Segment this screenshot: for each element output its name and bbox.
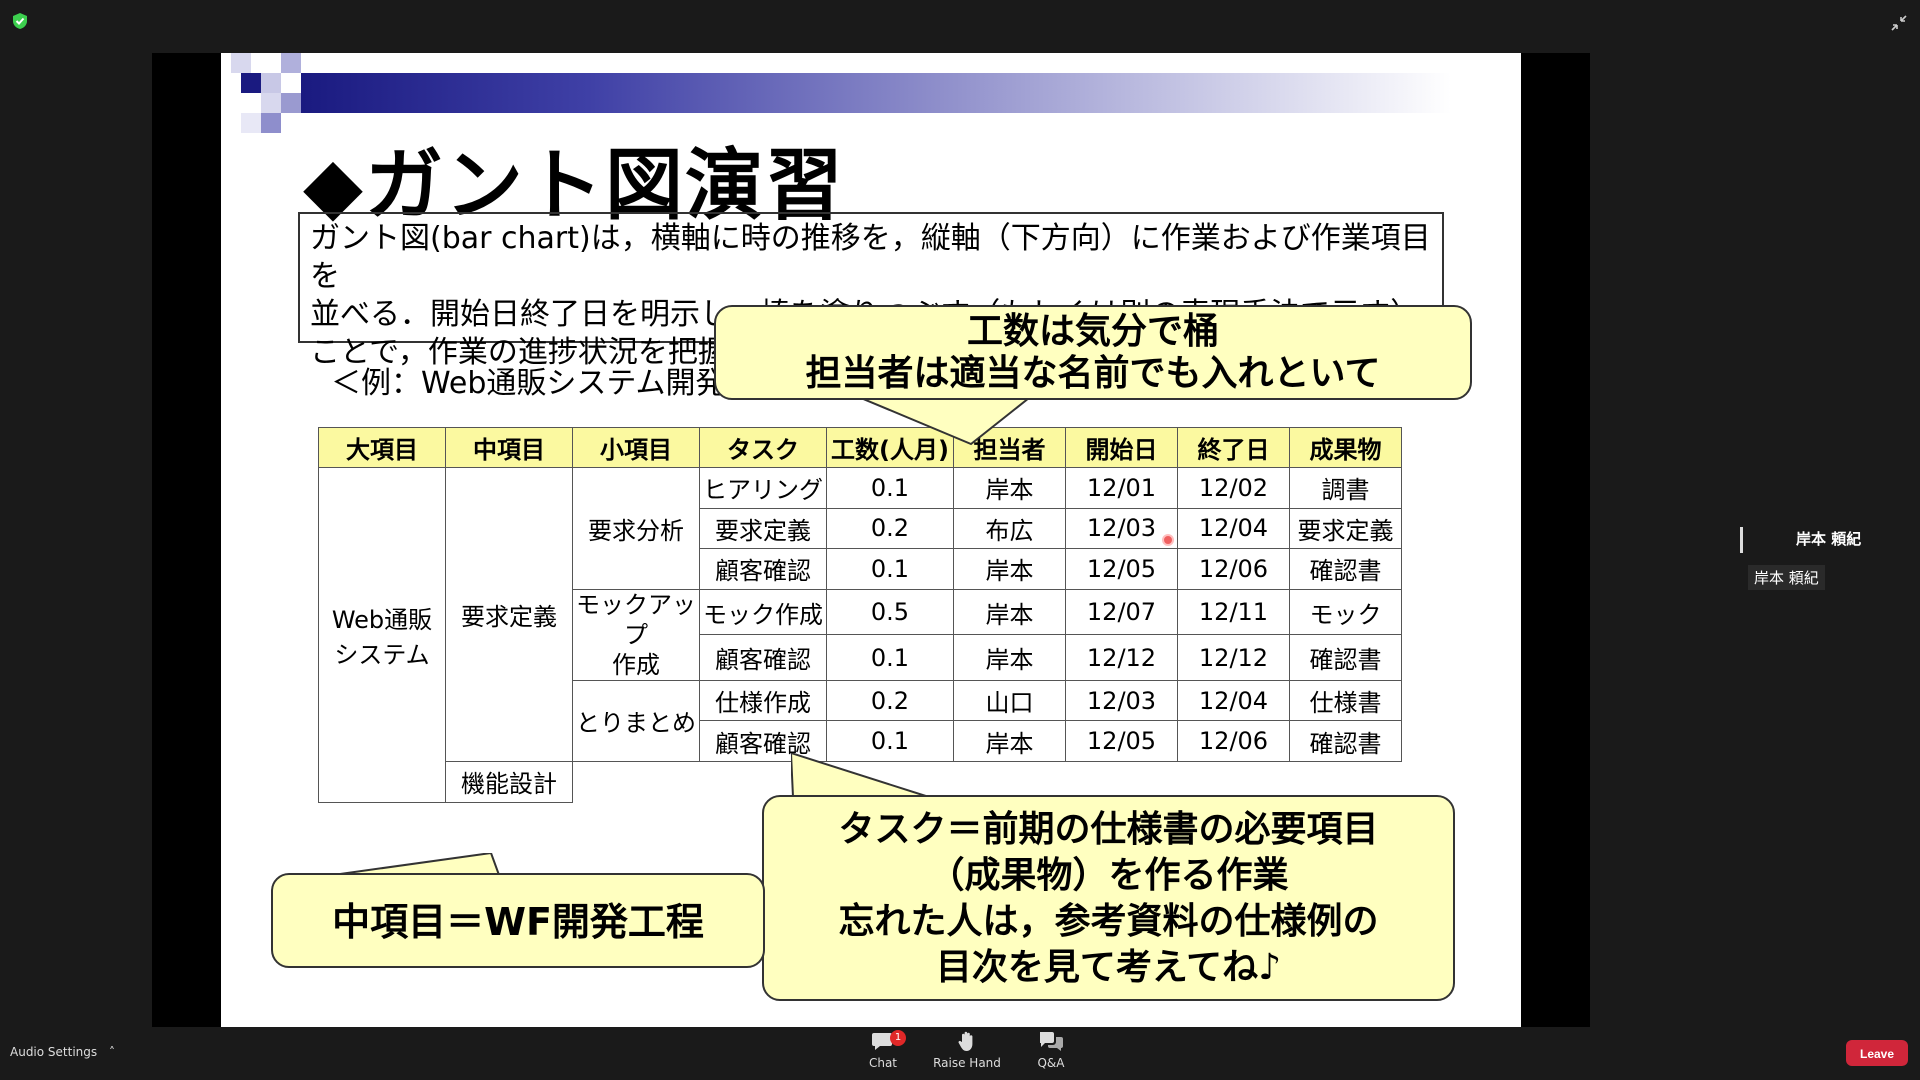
callout-line: 担当者は適当な名前でも入れといて	[805, 353, 1381, 394]
callout-effort-note: 工数は気分で桶 担当者は適当な名前でも入れといて	[714, 305, 1472, 400]
description-line: ガント図(bar chart)は，横軸に時の推移を，縦軸（下方向）に作業および作…	[310, 221, 1431, 294]
participant-name-tag: 岸本 頼紀	[1748, 565, 1825, 590]
task-cell: 仕様作成	[699, 679, 827, 722]
task-cell: 要求定義	[699, 507, 827, 550]
start-cell: 12/01	[1065, 467, 1178, 509]
callout-line: （成果物）を作る作業	[928, 855, 1289, 896]
qa-icon	[1040, 1032, 1063, 1051]
decor-square	[231, 53, 251, 73]
output-cell: 要求定義	[1289, 507, 1402, 550]
security-shield-icon[interactable]	[12, 12, 28, 30]
minor-item-cell: モックアップ 作成	[572, 588, 700, 681]
decor-square	[241, 73, 261, 93]
end-cell: 12/04	[1177, 507, 1290, 550]
callout-task-note: タスク＝前期の仕様書の必要項目 （成果物）を作る作業 忘れた人は，参考資料の仕様…	[762, 795, 1455, 1001]
end-cell: 12/11	[1177, 588, 1290, 636]
output-cell: 確認書	[1289, 634, 1402, 681]
minor-item-cell: 要求分析	[572, 467, 700, 590]
owner-cell: 岸本	[953, 634, 1066, 681]
callout-middle-item-note: 中項目＝WF開発工程	[271, 873, 765, 968]
callout-line: 目次を見て考えてね♪	[935, 947, 1282, 988]
middle-item-cell: 機能設計	[445, 760, 573, 803]
middle-item-cell: 要求定義	[445, 467, 573, 762]
owner-cell: 岸本	[953, 467, 1066, 509]
chat-label: Chat	[868, 1056, 898, 1070]
chat-button[interactable]: Chat 1	[843, 1030, 923, 1070]
decor-square	[281, 93, 301, 113]
table-row: Web通販 システム 要求定義 要求分析 ヒアリング 0.1 岸本 12/01 …	[318, 467, 1402, 803]
effort-cell: 0.2	[826, 679, 954, 722]
laser-pointer	[1162, 534, 1174, 546]
qa-label: Q&A	[1037, 1056, 1065, 1070]
task-cell: ヒアリング	[699, 467, 827, 509]
output-cell: 調書	[1289, 467, 1402, 509]
effort-cell: 0.5	[826, 588, 954, 636]
column-header: 小項目	[572, 427, 700, 468]
audio-settings-label: Audio Settings	[10, 1045, 98, 1059]
owner-cell: 布広	[953, 507, 1066, 550]
raise-hand-icon	[958, 1031, 973, 1051]
output-cell: 確認書	[1289, 548, 1402, 590]
end-cell: 12/04	[1177, 679, 1290, 722]
raise-hand-button[interactable]: Raise Hand	[927, 1030, 1007, 1070]
minor-item-cell: とりまとめ	[572, 679, 700, 762]
owner-cell: 岸本	[953, 548, 1066, 590]
callout-line: 忘れた人は，参考資料の仕様例の	[838, 901, 1379, 942]
start-cell: 12/05	[1065, 720, 1178, 762]
leave-button[interactable]: Leave	[1846, 1040, 1908, 1066]
end-cell: 12/06	[1177, 548, 1290, 590]
task-cell: 顧客確認	[699, 634, 827, 681]
column-header: 中項目	[445, 427, 573, 468]
audio-settings-button[interactable]: Audio Settings ˄	[10, 1045, 115, 1059]
gantt-table: 大項目 中項目 小項目 タスク 工数(人月) 担当者 開始日 終了日 成果物 W…	[318, 427, 1402, 803]
decor-square	[281, 53, 301, 73]
qa-button[interactable]: Q&A	[1011, 1030, 1091, 1070]
effort-cell: 0.1	[826, 634, 954, 681]
start-cell: 12/12	[1065, 634, 1178, 681]
decor-square	[241, 113, 261, 133]
decor-square	[261, 113, 281, 133]
presentation-slide: ◆ガント図演習 ガント図(bar chart)は，横軸に時の推移を，縦軸（下方向…	[221, 53, 1521, 1027]
start-cell: 12/07	[1065, 588, 1178, 636]
owner-cell: 山口	[953, 679, 1066, 722]
column-header: 大項目	[318, 427, 446, 468]
slide-header-band	[301, 73, 1451, 113]
end-cell: 12/02	[1177, 467, 1290, 509]
column-header: 成果物	[1289, 427, 1402, 468]
effort-cell: 0.1	[826, 548, 954, 590]
example-label: ＜例：Web通販システム開発	[331, 366, 726, 401]
owner-cell: 岸本	[953, 588, 1066, 636]
task-cell: 顧客確認	[699, 548, 827, 590]
owner-cell: 岸本	[953, 720, 1066, 762]
output-cell: 確認書	[1289, 720, 1402, 762]
callout-line: 工数は気分で桶	[966, 311, 1219, 352]
chat-unread-badge: 1	[890, 1030, 906, 1046]
raise-hand-label: Raise Hand	[933, 1056, 1001, 1070]
table-header-row: 大項目 中項目 小項目 タスク 工数(人月) 担当者 開始日 終了日 成果物	[318, 427, 1402, 468]
start-cell: 12/03	[1065, 507, 1178, 550]
start-cell: 12/05	[1065, 548, 1178, 590]
callout-line: タスク＝前期の仕様書の必要項目	[838, 809, 1379, 850]
end-cell: 12/12	[1177, 634, 1290, 681]
output-cell: 仕様書	[1289, 679, 1402, 722]
participant-name[interactable]: 岸本 頼紀	[1796, 528, 1861, 549]
column-header: 開始日	[1065, 427, 1178, 468]
decor-square	[261, 73, 281, 93]
major-item-cell: Web通販 システム	[318, 467, 446, 803]
active-speaker-indicator	[1740, 527, 1743, 553]
output-cell: モック	[1289, 588, 1402, 636]
column-header: タスク	[699, 427, 827, 468]
end-cell: 12/06	[1177, 720, 1290, 762]
effort-cell: 0.1	[826, 467, 954, 509]
task-cell: モック作成	[699, 588, 827, 636]
exit-fullscreen-icon[interactable]	[1889, 13, 1909, 33]
column-header: 終了日	[1177, 427, 1290, 468]
chevron-up-icon: ˄	[108, 1045, 115, 1059]
decor-square	[261, 93, 281, 113]
start-cell: 12/03	[1065, 679, 1178, 722]
effort-cell: 0.2	[826, 507, 954, 550]
callout-tail	[861, 397, 1030, 446]
callout-tail	[791, 753, 930, 798]
